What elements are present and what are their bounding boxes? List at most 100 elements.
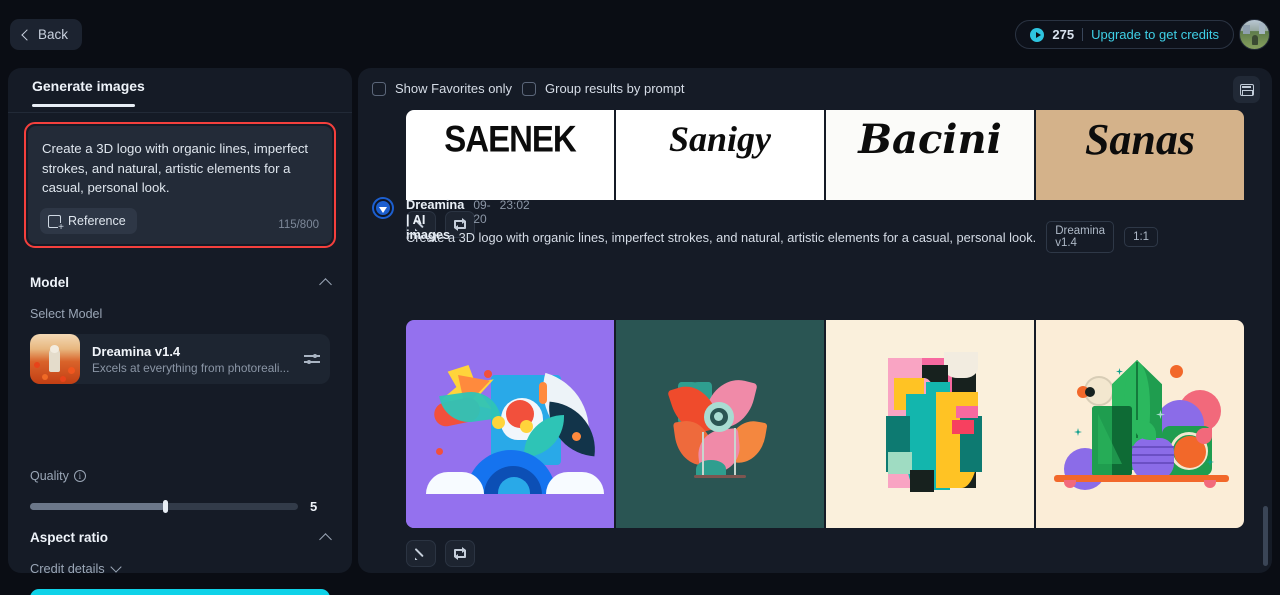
quality-slider-handle[interactable] [163, 500, 168, 513]
results-toolbar: Show Favorites only Group results by pro… [358, 68, 1272, 110]
logo-text: Sanigy [668, 119, 772, 159]
checkbox-box-favorites[interactable] [372, 81, 386, 96]
select-model-label: Select Model [30, 307, 103, 321]
credits-pill[interactable]: 275 Upgrade to get credits [1015, 20, 1234, 49]
blob [694, 475, 746, 478]
blob [546, 472, 604, 494]
flower-d [60, 376, 66, 382]
tag-model[interactable]: Dreamina v1.4 [1046, 221, 1115, 253]
tab-active-indicator [32, 104, 135, 107]
blob [1132, 462, 1174, 464]
prompt-input[interactable]: Create a 3D logo with organic lines, imp… [28, 126, 332, 244]
credits-value: 275 [1052, 27, 1075, 42]
back-label: Back [38, 27, 69, 42]
credit-details-label: Credit details [30, 561, 105, 576]
blob [572, 432, 581, 441]
pencil-icon [415, 547, 428, 560]
avatar[interactable] [1239, 19, 1270, 50]
quality-value: 5 [310, 499, 318, 514]
result-thumbnail[interactable]: Sanigy [616, 110, 824, 200]
generate-panel: Generate images Create a 3D logo with or… [8, 68, 352, 595]
generated-image-purple-burst[interactable] [406, 320, 614, 528]
flower-c [42, 374, 48, 380]
folder-icon [1239, 83, 1254, 96]
archive-button[interactable] [1233, 76, 1260, 103]
panel-tabs: Generate images [8, 68, 352, 113]
quality-slider[interactable] [30, 500, 298, 513]
blob [888, 452, 912, 474]
generated-image-teal-leaf[interactable] [616, 320, 824, 528]
avatar-shape-a [1243, 25, 1250, 34]
credit-details-toggle[interactable]: Credit details [30, 561, 122, 576]
result-thumbnail[interactable]: Bacini [826, 110, 1034, 200]
flower-b [68, 367, 75, 374]
quality-slider-row: 5 [30, 499, 330, 514]
results-scrollbar[interactable] [1263, 506, 1268, 566]
model-settings-icon[interactable] [304, 352, 320, 366]
tab-generate-images[interactable]: Generate images [32, 78, 145, 94]
model-name: Dreamina v1.4 [92, 343, 181, 359]
app-root: Back 275 Upgrade to get credits Generate… [0, 0, 1280, 595]
blob [1170, 365, 1183, 378]
result-thumbnail[interactable]: Sanas [1036, 110, 1244, 200]
char-counter: 115/800 [278, 219, 319, 231]
blob [436, 448, 443, 455]
chevron-up-icon-aspect[interactable] [319, 532, 332, 546]
blob [734, 428, 736, 476]
group-results-checkbox[interactable]: Group results by prompt [522, 81, 684, 96]
generated-image-cream-shelf[interactable] [1036, 320, 1244, 528]
blob [406, 494, 614, 528]
result-prompt-line: Create a 3D logo with organic lines, imp… [406, 221, 1159, 253]
checkbox-box-group[interactable] [522, 81, 536, 96]
flower-a [34, 362, 40, 368]
blob [952, 420, 974, 434]
aspect-ratio-title: Aspect ratio [30, 530, 109, 545]
avatar-shape-b [1259, 23, 1265, 34]
regenerate-button[interactable] [445, 540, 475, 567]
generated-image-cream-abstract[interactable] [826, 320, 1034, 528]
blob [1116, 368, 1123, 375]
previous-result-row: SAENEK Sanigy Bacini Sanas [406, 110, 1244, 200]
blob [1196, 428, 1212, 444]
model-description: Excels at everything from photoreali... [92, 360, 290, 375]
upgrade-link[interactable]: Upgrade to get credits [1091, 27, 1219, 42]
group-results-label: Group results by prompt [545, 81, 685, 96]
pill-divider [1082, 28, 1084, 41]
model-section-title: Model [30, 275, 69, 290]
info-icon[interactable]: i [73, 470, 86, 482]
aspect-ratio-header[interactable]: Aspect ratio [30, 530, 332, 546]
model-card-dreamina[interactable]: Dreamina v1.4 Excels at everything from … [30, 334, 330, 384]
blob [492, 416, 505, 429]
result-thumbnail[interactable]: SAENEK [406, 110, 614, 200]
blob [1054, 475, 1229, 482]
edit-button[interactable] [406, 540, 436, 567]
blob [714, 412, 723, 421]
dreamina-logo-icon [372, 197, 394, 219]
quality-label: Quality [30, 469, 69, 483]
quality-label-row: Quality i [30, 469, 86, 483]
top-bar: Back 275 Upgrade to get credits [0, 0, 1280, 68]
chevron-down-icon[interactable] [110, 561, 122, 573]
chevron-left-icon [21, 28, 33, 41]
reference-button[interactable]: Reference [40, 208, 137, 234]
blob [1132, 454, 1174, 456]
blob [956, 406, 978, 418]
tag-ratio[interactable]: 1:1 [1124, 227, 1159, 247]
blob [1204, 480, 1216, 488]
model-thumbnail [30, 334, 80, 384]
refresh-icon [453, 547, 467, 560]
logo-text: Bacini [858, 116, 1002, 163]
logo-text: SAENEK [444, 117, 577, 160]
generate-button[interactable]: Generate 5 [30, 589, 330, 595]
model-section-header[interactable]: Model [30, 275, 332, 291]
back-button[interactable]: Back [10, 19, 83, 50]
chevron-up-icon[interactable] [319, 277, 332, 291]
coin-icon [1030, 27, 1045, 42]
blob [1074, 428, 1082, 436]
show-favorites-label: Show Favorites only [395, 81, 513, 96]
blob [910, 470, 934, 492]
avatar-figure [1252, 35, 1258, 45]
show-favorites-checkbox[interactable]: Show Favorites only [372, 81, 512, 96]
blob [539, 382, 547, 404]
blob [702, 432, 704, 478]
